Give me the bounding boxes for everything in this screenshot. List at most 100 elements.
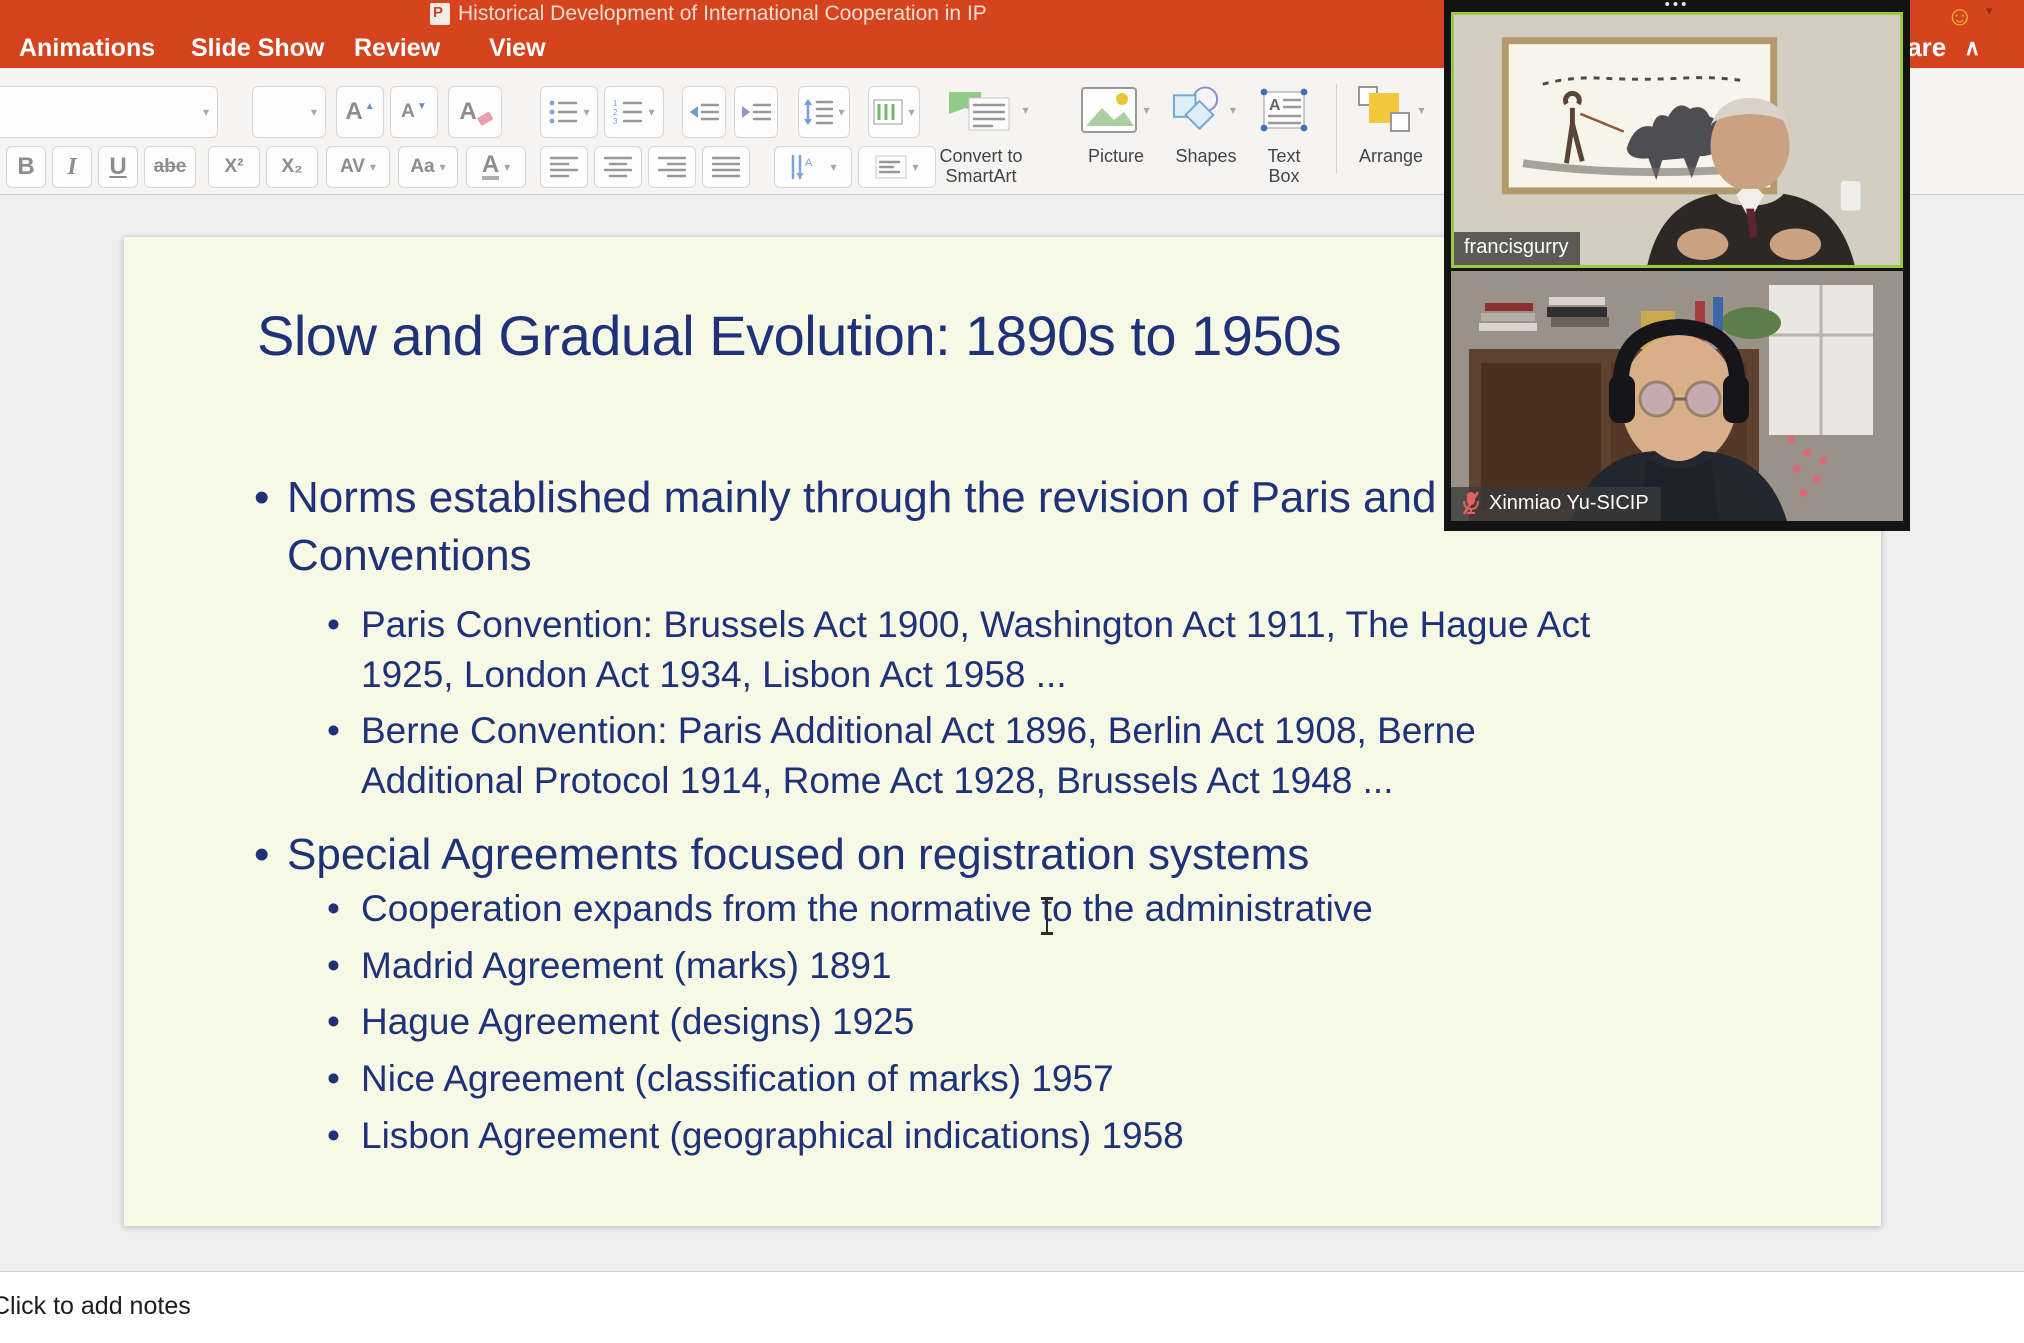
font-size-combo[interactable]: ▾ [252,86,326,138]
text-box-button[interactable]: A [1254,82,1314,138]
text-direction-button[interactable]: A ▾ [774,146,852,188]
decrease-indent-button[interactable] [682,86,726,138]
text-box-label: Text Box [1250,146,1318,186]
chevron-down-icon: ▾ [1022,103,1028,117]
justify-button[interactable] [702,146,750,188]
italic-button[interactable]: I [52,146,92,188]
bullet-icon: • [327,1111,361,1161]
picture-icon [1080,86,1138,134]
video-feed [1454,15,1900,265]
line-spacing-icon [803,98,833,126]
picture-label: Picture [1066,146,1166,166]
chevron-down-icon: ▾ [830,160,836,174]
window-title: Historical Development of International … [458,2,987,26]
chevron-down-icon: ▾ [311,105,317,119]
video-feed [1451,271,1903,521]
columns-button[interactable]: ▾ [868,86,920,138]
shapes-label: Shapes [1156,146,1256,166]
underline-glyph: U [109,153,126,181]
columns-icon [873,99,903,125]
superscript-glyph: X² [225,156,244,178]
slide-bullet: • Madrid Agreement (marks) 1891 [254,941,1734,991]
superscript-button[interactable]: X² [208,146,260,188]
slide-bullet: • Paris Convention: Brussels Act 1900, W… [254,600,1734,700]
tab-animations[interactable]: Animations [19,34,155,63]
arrange-icon [1357,85,1413,135]
smartart-icon [947,84,1017,136]
clear-formatting-button[interactable]: A [448,86,502,138]
tab-review[interactable]: Review [354,34,440,63]
chevron-down-icon: ▾ [583,105,589,119]
align-center-button[interactable] [594,146,642,188]
bullet-icon: • [327,1054,361,1104]
shapes-icon [1170,85,1225,135]
shrink-font-button[interactable]: A ▼ [390,86,438,138]
underline-button[interactable]: U [98,146,138,188]
bullet-icon: • [327,706,361,806]
align-left-button[interactable] [540,146,588,188]
participant-name: francisgurry [1464,236,1568,259]
chevron-down-icon: ▾ [908,105,914,119]
character-spacing-button[interactable]: AV ▾ [326,146,390,188]
grow-font-button[interactable]: A ▲ [336,86,384,138]
tab-slide-show[interactable]: Slide Show [191,34,324,63]
caret-down-icon: ▼ [417,101,427,112]
increase-indent-icon [741,99,771,125]
chevron-down-icon: ▾ [203,105,209,119]
powerpoint-doc-icon [430,3,450,25]
align-right-button[interactable] [648,146,696,188]
participant-name-badge: Xinmiao Yu-SICIP [1451,487,1661,521]
slide-bullet: • Cooperation expands from the normative… [254,884,1734,934]
app-window: Historical Development of International … [0,0,2024,1343]
increase-indent-button[interactable] [734,86,778,138]
chevron-up-icon: ∧ [1964,35,1980,61]
slide-bullet: • Lisbon Agreement (geographical indicat… [254,1111,1734,1161]
italic-glyph: I [67,154,76,181]
arrange-button[interactable]: ▾ [1356,82,1426,138]
svg-text:A: A [805,157,813,169]
bullet-icon: • [327,941,361,991]
slide-bullet: • Special Agreements focused on registra… [254,826,1734,884]
slide-bullet: • Hague Agreement (designs) 1925 [254,997,1734,1047]
chevron-down-icon: ▾ [440,160,446,174]
font-color-button[interactable]: A ▾ [466,146,526,188]
numbered-list-button[interactable]: 123 ▾ [604,86,664,138]
arrange-label: Arrange [1346,146,1436,166]
strikethrough-button[interactable]: abe [144,146,196,188]
bold-button[interactable]: B [6,146,46,188]
subscript-button[interactable]: X₂ [266,146,318,188]
justify-icon [712,155,740,179]
picture-button[interactable]: ▾ [1080,82,1150,138]
slide-title[interactable]: Slow and Gradual Evolution: 1890s to 195… [257,303,1341,368]
notes-pane[interactable]: Click to add notes [0,1271,2024,1343]
shapes-button[interactable]: ▾ [1170,82,1236,138]
mic-muted-icon [1461,491,1481,515]
line-spacing-button[interactable]: ▾ [798,86,850,138]
change-case-button[interactable]: Aa ▾ [398,146,458,188]
feedback-smiley-icon[interactable]: ☺ [1946,1,1974,32]
participant-name: Xinmiao Yu-SICIP [1489,492,1649,515]
video-tile-xinmiao-yu[interactable]: Xinmiao Yu-SICIP [1451,271,1903,521]
slide-body[interactable]: • Norms established mainly through the r… [254,469,1734,1161]
text-box-icon: A [1258,86,1310,134]
convert-to-smartart-button[interactable]: ▾ [946,82,1030,138]
align-text-button[interactable]: ▾ [858,146,936,188]
chevron-down-icon: ▾ [912,160,918,174]
video-tile-francisgurry[interactable]: francisgurry [1451,12,1903,268]
participant-name-badge: francisgurry [1454,232,1580,265]
tab-view[interactable]: View [489,34,546,63]
strikethrough-glyph: abe [154,156,187,178]
text-cursor-ibeam [1040,897,1054,935]
bullet-list-button[interactable]: ▾ [540,86,598,138]
chevron-down-icon: ▾ [1143,103,1149,117]
zoom-video-panel[interactable]: ••• [1444,0,1910,531]
char-spacing-glyph: AV [340,156,365,178]
font-name-combo[interactable]: ▾ [0,86,218,138]
notes-placeholder[interactable]: Click to add notes [0,1292,191,1321]
align-text-icon [875,155,907,179]
change-case-glyph: Aa [410,156,434,178]
chevron-down-icon: ▾ [1230,103,1236,117]
bullet-icon: • [254,469,287,585]
align-center-icon [604,155,632,179]
bullet-icon: • [327,884,361,934]
